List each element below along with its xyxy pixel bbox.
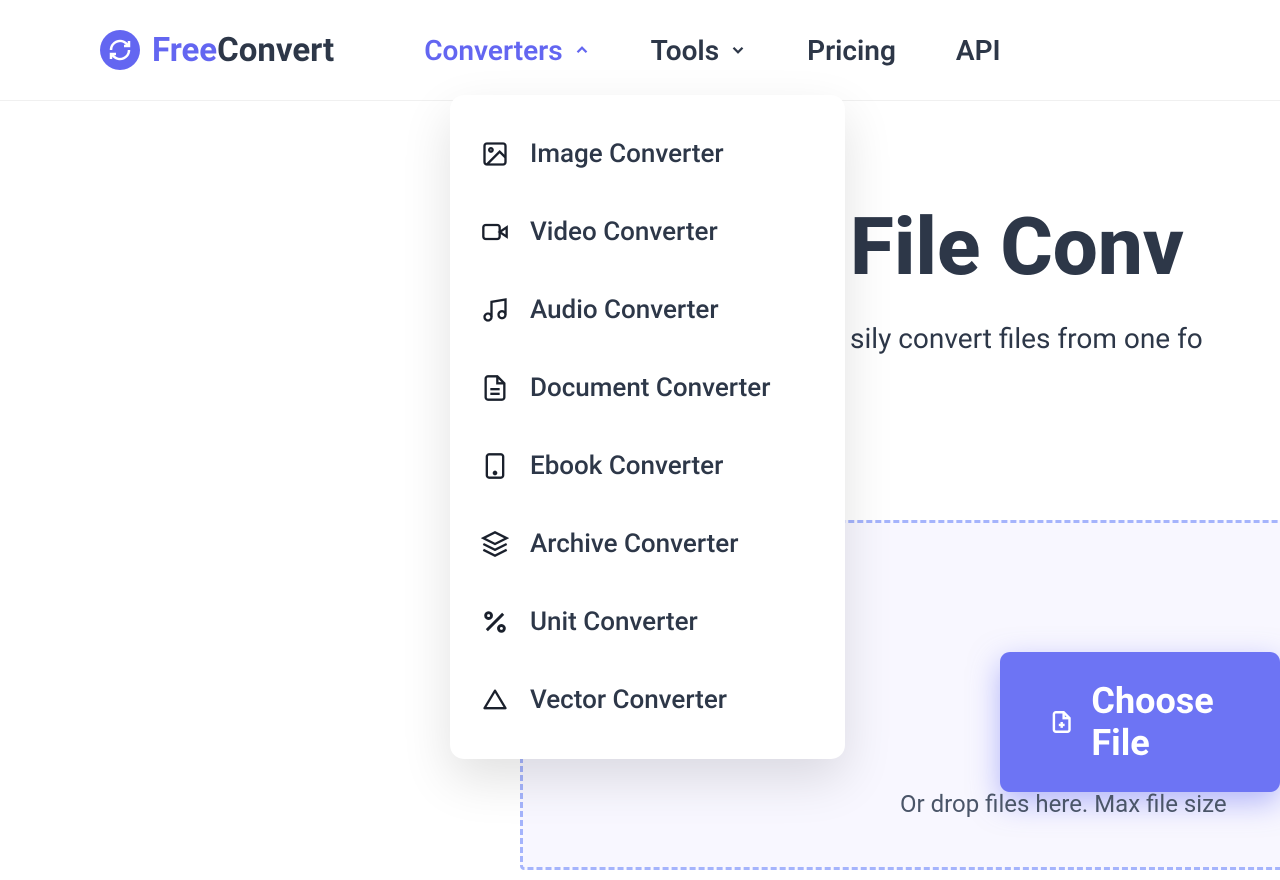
dropdown-label: Unit Converter	[530, 607, 698, 637]
hero-title: File Conv	[850, 200, 1280, 294]
dropdown-vector-converter[interactable]: Vector Converter	[450, 661, 845, 739]
nav-converters[interactable]: Converters	[424, 34, 590, 67]
audio-icon	[480, 295, 510, 325]
file-plus-icon	[1050, 706, 1073, 738]
dropdown-label: Video Converter	[530, 217, 718, 247]
nav-tools[interactable]: Tools	[651, 34, 747, 67]
nav-converters-label: Converters	[424, 34, 562, 67]
converters-dropdown: Image Converter Video Converter Audio Co…	[450, 95, 845, 759]
document-icon	[480, 373, 510, 403]
dropdown-image-converter[interactable]: Image Converter	[450, 115, 845, 193]
nav-pricing-label: Pricing	[807, 34, 896, 67]
chevron-down-icon	[729, 41, 747, 59]
nav: Converters Tools Pricing API	[424, 34, 1000, 67]
dropzone-hint: Or drop files here. Max file size	[900, 790, 1227, 818]
nav-pricing[interactable]: Pricing	[807, 34, 896, 67]
logo-text: FreeConvert	[152, 31, 334, 70]
nav-tools-label: Tools	[651, 34, 719, 67]
logo-free: Free	[152, 31, 217, 70]
archive-icon	[480, 529, 510, 559]
dropdown-label: Audio Converter	[530, 295, 719, 325]
dropdown-label: Archive Converter	[530, 529, 738, 559]
video-icon	[480, 217, 510, 247]
dropdown-unit-converter[interactable]: Unit Converter	[450, 583, 845, 661]
choose-files-button[interactable]: Choose File	[1000, 652, 1280, 792]
nav-api[interactable]: API	[956, 34, 1001, 67]
logo[interactable]: FreeConvert	[100, 30, 334, 70]
vector-icon	[480, 685, 510, 715]
nav-api-label: API	[956, 34, 1001, 67]
image-icon	[480, 139, 510, 169]
hero-subtitle: sily convert files from one fo	[850, 322, 1280, 355]
dropdown-document-converter[interactable]: Document Converter	[450, 349, 845, 427]
dropdown-archive-converter[interactable]: Archive Converter	[450, 505, 845, 583]
header: FreeConvert Converters Tools Pricing API	[0, 0, 1280, 101]
dropdown-label: Document Converter	[530, 373, 770, 403]
choose-files-label: Choose File	[1091, 680, 1230, 764]
dropdown-label: Image Converter	[530, 139, 724, 169]
logo-convert: Convert	[217, 31, 334, 70]
logo-icon	[100, 30, 140, 70]
ebook-icon	[480, 451, 510, 481]
dropdown-audio-converter[interactable]: Audio Converter	[450, 271, 845, 349]
chevron-up-icon	[573, 41, 591, 59]
hero: File Conv sily convert files from one fo	[850, 200, 1280, 355]
unit-icon	[480, 607, 510, 637]
dropdown-label: Vector Converter	[530, 685, 727, 715]
dropdown-label: Ebook Converter	[530, 451, 723, 481]
dropdown-ebook-converter[interactable]: Ebook Converter	[450, 427, 845, 505]
dropdown-video-converter[interactable]: Video Converter	[450, 193, 845, 271]
